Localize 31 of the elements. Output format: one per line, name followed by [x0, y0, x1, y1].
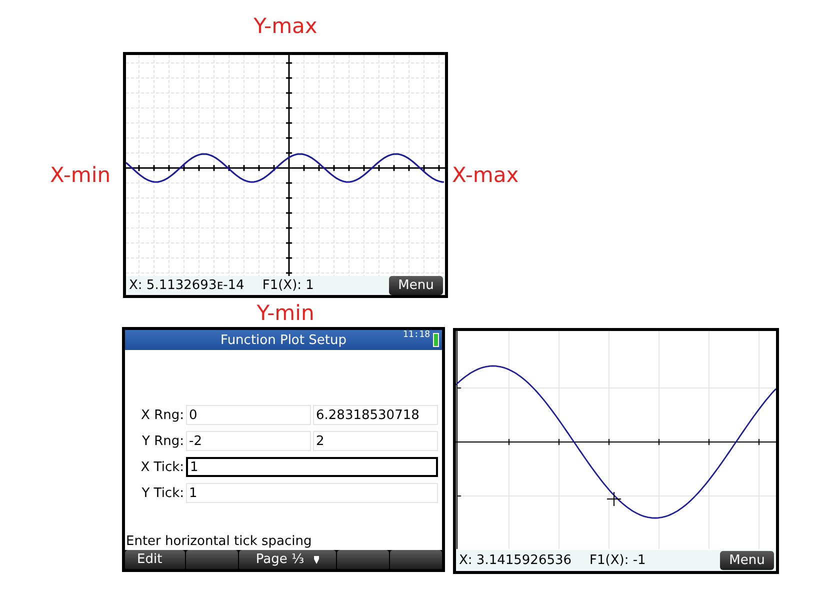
softkey[interactable]: Edit [125, 550, 186, 569]
softkey[interactable] [390, 550, 442, 569]
input-field[interactable]: 6.28318530718 [313, 405, 438, 425]
menu-button[interactable]: Menu [389, 276, 443, 295]
cursor-icon [606, 492, 622, 506]
caret-icon [314, 556, 320, 564]
function-readout: F1(X): -1 [590, 553, 646, 568]
page-softkey[interactable]: Page ⅓ [239, 550, 336, 569]
y-min-label: Y-min [256, 300, 314, 324]
field-label: Y Rng: [141, 434, 184, 448]
field-label: X Tick: [140, 460, 184, 474]
x-max-label: X-max [452, 163, 519, 187]
screen-title: Function Plot Setup [220, 332, 346, 348]
field-label: Y Tick: [140, 486, 184, 500]
input-field[interactable]: -2 [186, 431, 311, 451]
field-label: X Rng: [140, 408, 184, 422]
x-min-label: X-min [50, 163, 111, 187]
x-readout: X: 3.1415926536 [459, 553, 572, 568]
battery-icon [433, 333, 439, 347]
hint-text: Enter horizontal tick spacing [125, 534, 313, 549]
x-readout: X: 5.1132693ᴇ-14 [129, 278, 244, 293]
clock-time: 11:18 [402, 330, 430, 340]
softkey[interactable] [336, 550, 389, 569]
menu-button[interactable]: Menu [720, 551, 774, 570]
input-field[interactable]: 2 [313, 431, 438, 451]
softkey[interactable] [186, 550, 238, 569]
input-field[interactable]: 1 [186, 483, 438, 503]
y-max-label: Y-max [254, 14, 318, 38]
input-field[interactable]: 1 [186, 457, 438, 477]
input-field[interactable]: 0 [186, 405, 311, 425]
function-readout: F1(X): 1 [262, 278, 314, 293]
